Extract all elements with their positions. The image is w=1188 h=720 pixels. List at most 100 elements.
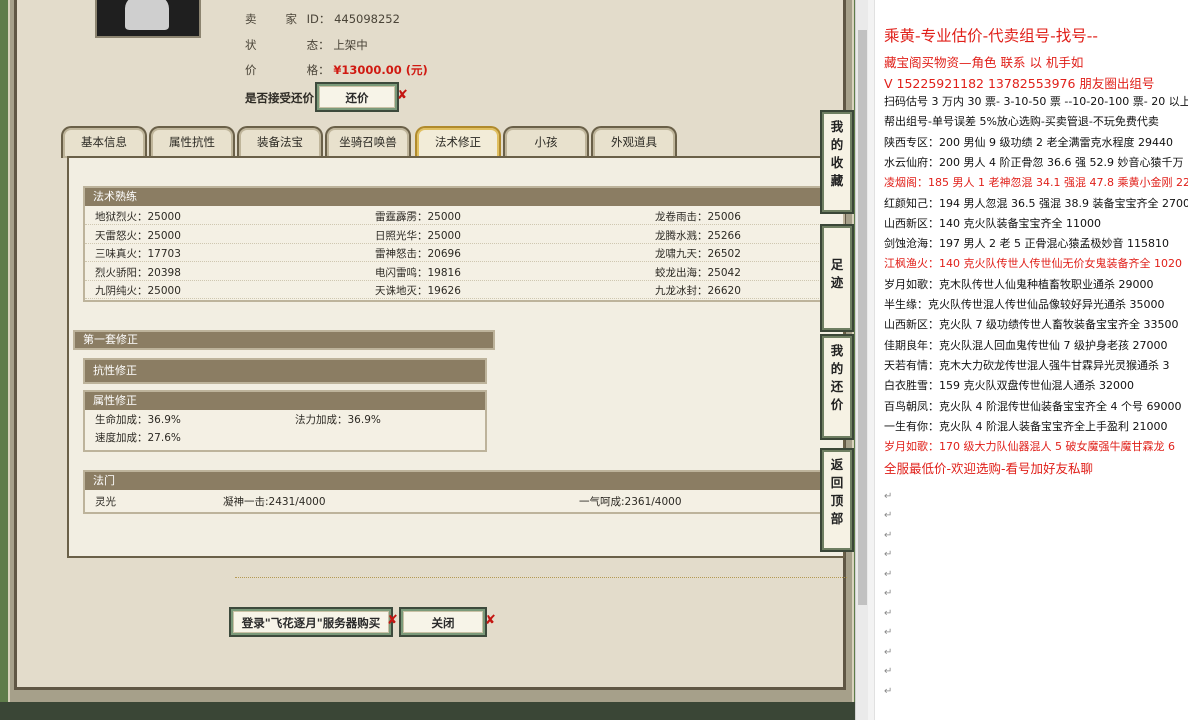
status-value: 上架中 xyxy=(333,38,368,52)
buy-close-icon[interactable]: ✘ xyxy=(387,613,398,628)
doc-line: 半生缘：克火队传世混人传世仙品像较好异光通杀 35000 xyxy=(884,298,1165,311)
table-row-divider xyxy=(85,224,843,225)
paragraph-mark: ↵ xyxy=(884,510,893,522)
doc-line: 水云仙府：200 男人 4 阶正骨忽 36.6 强 52.9 妙音心猿千万 xyxy=(884,155,1184,169)
paragraph-mark: ↵ xyxy=(884,529,893,541)
resist-fix-section: 抗性修正 xyxy=(83,358,487,384)
status-label: 状 xyxy=(245,38,267,52)
table-row-divider xyxy=(85,298,843,299)
paragraph-mark: ↵ xyxy=(884,666,893,678)
paragraph-mark: ↵ xyxy=(884,685,893,697)
tab-children[interactable]: 小孩 xyxy=(503,126,589,158)
first-set-title: 第一套修正 xyxy=(75,332,493,348)
listing-panel: 卖 家 ID： 445098252 状 态： 上架中 价 格： ¥13000.0… xyxy=(14,0,847,690)
tab-spell-fix[interactable]: 法术修正 xyxy=(415,126,501,158)
attr-fix-cell: 速度加成：27.6% xyxy=(95,432,181,444)
tab-mounts-pets[interactable]: 坐骑召唤兽 xyxy=(325,126,411,158)
side-button-char: 价 xyxy=(830,397,844,412)
game-window: 卖 家 ID： 445098252 状 态： 上架中 价 格： ¥13000.0… xyxy=(0,0,855,720)
close-x-icon[interactable]: ✘ xyxy=(485,613,496,628)
paragraph-mark: ↵ xyxy=(884,607,893,619)
bargain-label: 是否接受还价： xyxy=(245,91,326,105)
price-label-tail: 格： xyxy=(306,63,330,77)
doc-line: 岁月如歌：170 级大力队仙器混人 5 破女魔强牛魔甘霖龙 6 xyxy=(884,440,1175,454)
side-button-char: 迹 xyxy=(830,275,844,290)
doc-line: 岁月如歌：克木队传世人仙鬼种植畜牧职业通杀 29000 xyxy=(884,277,1154,291)
close-button[interactable]: 关闭 xyxy=(399,607,487,637)
doc-line: 白衣胜雪：159 克火队双盘传世仙混人通杀 32000 xyxy=(884,379,1134,393)
tab-equipment[interactable]: 装备法宝 xyxy=(237,126,323,158)
famen-cell: 灵光 xyxy=(95,496,116,508)
document-edge xyxy=(868,0,875,720)
spell-skill-cell: 天雷怒火：25000 xyxy=(95,229,181,242)
my-bargain-button[interactable]: 我的还价 xyxy=(820,334,854,440)
attr-fix-cell: 法力加成：36.9% xyxy=(295,414,381,426)
doc-line: 藏宝阁买物资—角色 联系 以 机手如 xyxy=(884,55,1084,70)
side-button-char: 藏 xyxy=(830,173,844,188)
paragraph-mark: ↵ xyxy=(884,627,893,639)
doc-line: 佳期良年：克火队混人回血鬼传世仙 7 级护身老孩 27000 xyxy=(884,338,1168,352)
famen-section: 法门 灵光 凝神一击:2431/4000 一气呵成:2361/4000 xyxy=(83,470,845,514)
paragraph-mark: ↵ xyxy=(884,490,893,502)
spell-skill-cell: 九阴纯火：25000 xyxy=(95,285,181,297)
tab-basic-info[interactable]: 基本信息 xyxy=(61,126,147,158)
doc-line: V 15225921182 13782553976 朋友圈出组号 xyxy=(884,75,1155,91)
back-to-top-button[interactable]: 返回顶部 xyxy=(820,448,854,552)
spell-skill-cell: 蛟龙出海：25042 xyxy=(655,266,741,279)
footer-divider xyxy=(235,577,847,578)
spell-training-section: 法术熟练 地狱烈火：25000 雷霆霹雳：25000 龙卷雨击：25006 天雷怒火：… xyxy=(83,186,845,302)
doc-line: 江枫渔火：140 克火队传世人传世仙无价女鬼装备齐全 1020 xyxy=(884,257,1182,271)
spell-skill-cell: 电闪雷鸣：19816 xyxy=(375,266,461,279)
id-value: 445098252 xyxy=(334,12,400,26)
spell-skill-cell: 龙腾水溅：25266 xyxy=(655,229,741,242)
first-set-section: 第一套修正 xyxy=(73,330,495,350)
side-button-char: 回 xyxy=(830,475,844,490)
spell-skill-cell: 龙卷雨击：25006 xyxy=(655,211,741,223)
spell-skill-cell: 日照光华：25000 xyxy=(375,229,461,242)
tab-attributes[interactable]: 属性抗性 xyxy=(149,126,235,158)
doc-line: 山西新区：克火队 7 级功绩传世人畜牧装备宝宝齐全 33500 xyxy=(884,318,1179,332)
spell-skill-cell: 雷神怒击：20696 xyxy=(375,248,461,260)
side-button-char: 我 xyxy=(830,343,844,358)
side-button-char: 足 xyxy=(830,257,844,272)
doc-line: 剑蚀沧海：197 男人 2 老 5 正骨混心猿孟极妙音 115810 xyxy=(884,237,1169,251)
doc-line: 全服最低价-欢迎选购-看号加好友私聊 xyxy=(884,461,1094,477)
attr-fix-table: 生命加成：36.9% 法力加成：36.9% 速度加成：27.6% xyxy=(85,410,485,450)
doc-line: 扫码估号 3 万内 30 票- 3-10-50 票 --10-20-100 票-… xyxy=(884,95,1188,108)
doc-line: 陕西专区：200 男仙 9 级功绩 2 老全满雷克水程度 29440 xyxy=(884,135,1173,149)
doc-line: 帮出组号-单号误差 5%放心选购-买卖管退-不玩免费代卖 xyxy=(884,115,1159,129)
bargain-button[interactable]: 还价 xyxy=(315,82,399,112)
tab-content: 法术熟练 地狱烈火：25000 雷霆霹雳：25000 龙卷雨击：25006 天雷怒火：… xyxy=(67,156,845,558)
spell-skill-cell: 九龙冰封：26620 xyxy=(655,285,741,297)
paragraph-mark: ↵ xyxy=(884,646,893,658)
character-figure xyxy=(125,0,169,30)
document-pane[interactable]: 乘黄-专业估价-代卖组号-找号-- 藏宝阁买物资—角色 联系 以 机手如 V 1… xyxy=(868,0,1188,720)
famen-cell: 凝神一击:2431/4000 xyxy=(223,496,326,508)
side-button-char: 我 xyxy=(830,119,844,134)
doc-line: 一生有你：克火队 4 阶混人装备宝宝齐全上手盈利 21000 xyxy=(884,419,1168,433)
tab-appearance-props[interactable]: 外观道具 xyxy=(591,126,677,158)
scrollbar-thumb[interactable] xyxy=(858,30,867,605)
side-button-char: 顶 xyxy=(830,493,844,508)
doc-title: 乘黄-专业估价-代卖组号-找号-- xyxy=(884,27,1098,45)
famen-row: 灵光 凝神一击:2431/4000 一气呵成:2361/4000 xyxy=(85,490,843,512)
spell-skill-cell: 三味真火：17703 xyxy=(95,248,181,260)
side-button-char: 还 xyxy=(830,379,844,394)
table-row-divider xyxy=(85,279,843,281)
footprint-button[interactable]: 足迹 xyxy=(820,224,854,332)
side-button-char: 的 xyxy=(830,361,844,376)
paragraph-mark: ↵ xyxy=(884,549,893,561)
side-button-char: 收 xyxy=(830,155,844,170)
seller-row: 卖 家 ID： 445098252 xyxy=(245,11,400,27)
vertical-scrollbar[interactable] xyxy=(855,0,869,720)
table-row-divider xyxy=(85,261,843,262)
famen-cell: 一气呵成:2361/4000 xyxy=(579,496,682,508)
attr-fix-section: 属性修正 生命加成：36.9% 法力加成：36.9% 速度加成：27.6% xyxy=(83,390,487,452)
price-row: 价 格： ¥13000.00 (元) xyxy=(245,62,428,78)
buy-on-server-button[interactable]: 登录"飞花逐月"服务器购买 xyxy=(229,607,393,637)
game-bottom-edge xyxy=(0,702,855,720)
bargain-close-icon[interactable]: ✘ xyxy=(397,88,408,103)
spell-skill-cell: 雷霆霹雳：25000 xyxy=(375,211,461,223)
resist-fix-title: 抗性修正 xyxy=(85,360,485,382)
my-favorites-button[interactable]: 我的收藏 xyxy=(820,110,854,214)
